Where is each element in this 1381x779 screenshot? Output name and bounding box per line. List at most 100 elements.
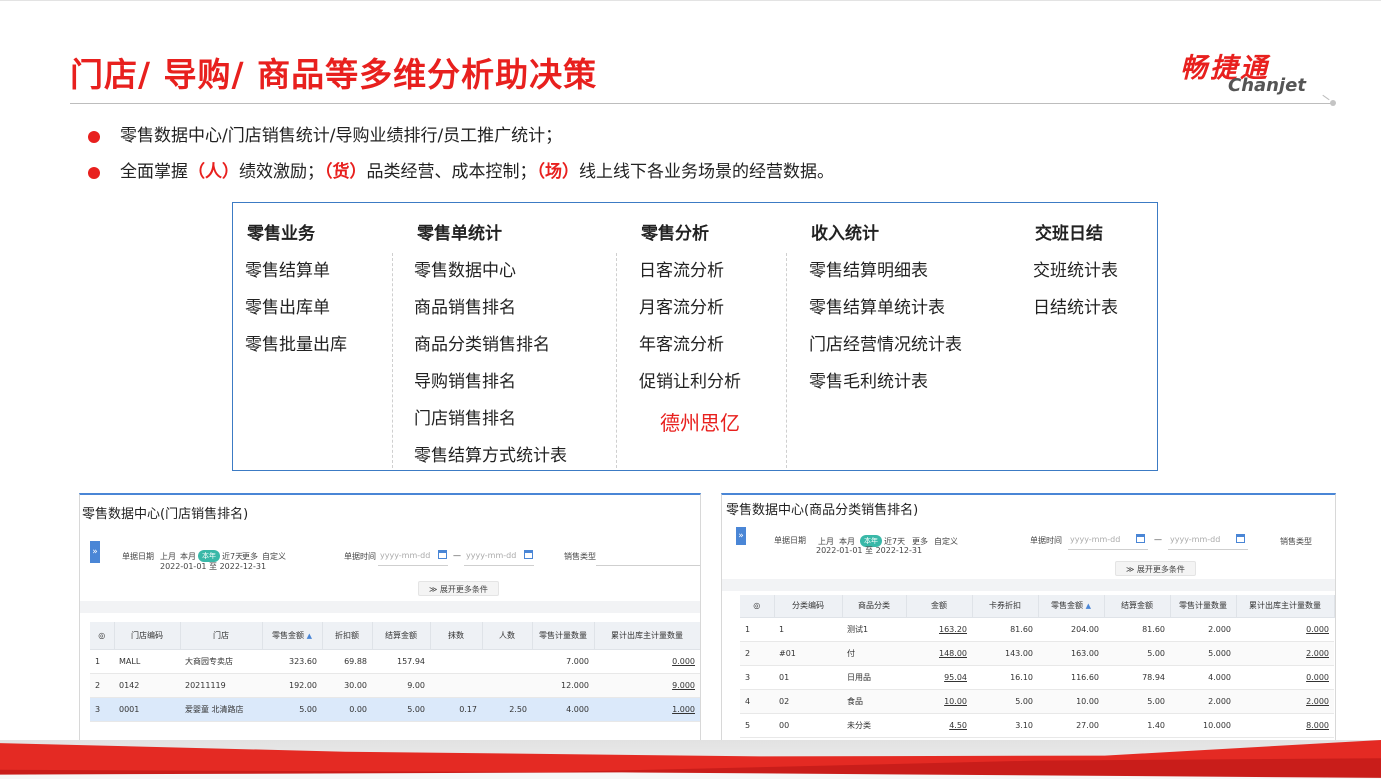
end-date-input[interactable]: yyyy-mm-dd: [1170, 535, 1220, 544]
menu-item-shift-stats[interactable]: 交班统计表: [1033, 256, 1118, 281]
cell-link[interactable]: 10.00: [906, 689, 972, 714]
menu-item-promotion-analysis[interactable]: 促销让利分析: [639, 367, 741, 392]
menu-item-gross-profit-stats[interactable]: 零售毛利统计表: [809, 367, 928, 392]
cell: 0.17: [430, 697, 482, 722]
cell: 69.88: [322, 649, 372, 674]
cell: 1.40: [1104, 713, 1170, 738]
menu-item-settlement-detail[interactable]: 零售结算明细表: [809, 256, 928, 281]
bullet-text-part: 线上线下各业务场景的经营数据。: [579, 162, 834, 182]
watermark-text: 德州思亿: [660, 411, 740, 435]
cell-link[interactable]: 95.04: [906, 665, 972, 690]
col-header[interactable]: 零售计量数量: [532, 622, 595, 650]
menu-item-product-sales-rank[interactable]: 商品销售排名: [414, 293, 516, 318]
table-row[interactable]: 2 0142 20211119 192.00 30.00 9.00 12.000…: [90, 673, 700, 698]
cell: 01: [774, 665, 842, 690]
table-row[interactable]: 2 #01 付 148.00 143.00 163.00 5.00 5.000 …: [740, 641, 1334, 666]
calendar-icon[interactable]: [524, 550, 533, 559]
cell-link[interactable]: 0.000: [594, 649, 700, 674]
cell-link[interactable]: 9.000: [594, 673, 700, 698]
menu-item-monthly-traffic[interactable]: 月客流分析: [639, 293, 724, 318]
col-header-sortable[interactable]: 零售金额 ▲: [262, 622, 323, 650]
menu-item-store-operation-stats[interactable]: 门店经营情况统计表: [809, 330, 962, 355]
table-row[interactable]: 3 01 日用品 95.04 16.10 116.60 78.94 4.000 …: [740, 665, 1334, 690]
start-date-input[interactable]: yyyy-mm-dd: [380, 551, 430, 560]
col-header-sortable[interactable]: 零售金额 ▲: [1038, 595, 1105, 618]
cell-link[interactable]: 8.000: [1236, 713, 1334, 738]
col-header[interactable]: 金额: [906, 595, 973, 618]
settings-icon[interactable]: ◎: [740, 595, 775, 618]
cell: 10.000: [1170, 713, 1236, 738]
menu-item-retail-outbound[interactable]: 零售出库单: [245, 293, 330, 318]
col-header[interactable]: 折扣额: [322, 622, 373, 650]
cell: 0142: [114, 673, 180, 698]
menu-item-daily-traffic[interactable]: 日客流分析: [639, 256, 724, 281]
highlight-goods: （货）: [324, 162, 367, 182]
menu-item-retail-batch-outbound[interactable]: 零售批量出库: [245, 330, 347, 355]
col-header[interactable]: 零售计量数量: [1170, 595, 1237, 618]
menu-item-yearly-traffic[interactable]: 年客流分析: [639, 330, 724, 355]
expand-more-conditions-button[interactable]: ≫ 展开更多条件: [418, 581, 499, 596]
cell: 5.00: [972, 689, 1038, 714]
date-range-dash: —: [453, 551, 461, 560]
calendar-icon[interactable]: [1236, 534, 1245, 543]
cell: 27.00: [1038, 713, 1104, 738]
table-row[interactable]: 1 MALL 大商园专卖店 323.60 69.88 157.94 7.000 …: [90, 649, 700, 674]
cell: 192.00: [262, 673, 322, 698]
col-header[interactable]: 抹数: [430, 622, 483, 650]
cell-link[interactable]: 163.20: [906, 617, 972, 642]
end-date-input[interactable]: yyyy-mm-dd: [466, 551, 516, 560]
menu-item-guide-sales-rank[interactable]: 导购销售排名: [414, 367, 516, 392]
cell: 116.60: [1038, 665, 1104, 690]
col-header[interactable]: 商品分类: [842, 595, 907, 618]
cell: 9.00: [372, 673, 430, 698]
cell-link[interactable]: 1.000: [594, 697, 700, 722]
cell: [430, 649, 482, 674]
col-header[interactable]: 人数: [482, 622, 533, 650]
row-index: 2: [740, 641, 774, 666]
col-header[interactable]: 结算金额: [1104, 595, 1171, 618]
cell: 付: [842, 641, 906, 666]
settings-icon[interactable]: ◎: [90, 622, 115, 650]
cell-link[interactable]: 0.000: [1236, 617, 1334, 642]
row-index: 2: [90, 673, 114, 698]
menu-item-retail-settlement[interactable]: 零售结算单: [245, 256, 330, 281]
cell-link[interactable]: 2.000: [1236, 641, 1334, 666]
col-header[interactable]: 分类编码: [774, 595, 843, 618]
menu-head-retail-stats: 零售单统计: [417, 224, 502, 244]
table-row-selected[interactable]: 3 0001 爱婴童 北清路店 5.00 0.00 5.00 0.17 2.50…: [90, 697, 700, 722]
calendar-icon[interactable]: [438, 550, 447, 559]
table-header-row: ◎ 门店编码 门店 零售金额 ▲ 折扣额 结算金额 抹数 人数 零售计量数量 累…: [90, 622, 700, 650]
cell-link[interactable]: 0.000: [1236, 665, 1334, 690]
col-header[interactable]: 门店编码: [114, 622, 181, 650]
end-date-underline: [1168, 549, 1248, 550]
cell: 20211119: [180, 673, 262, 698]
expand-sidebar-icon[interactable]: »: [90, 541, 100, 563]
cell: [482, 649, 532, 674]
table-row[interactable]: 5 00 未分类 4.50 3.10 27.00 1.40 10.000 8.0…: [740, 713, 1334, 738]
start-date-input[interactable]: yyyy-mm-dd: [1070, 535, 1120, 544]
menu-item-settlement-method-stats[interactable]: 零售结算方式统计表: [414, 441, 567, 466]
col-header[interactable]: 累计出库主计量数量: [1236, 595, 1335, 618]
menu-item-settlement-stats[interactable]: 零售结算单统计表: [809, 293, 945, 318]
col-header[interactable]: 门店: [180, 622, 263, 650]
cell-link[interactable]: 2.000: [1236, 689, 1334, 714]
filter-custom[interactable]: 自定义: [934, 536, 958, 547]
col-header[interactable]: 累计出库主计量数量: [594, 622, 700, 650]
cell-link[interactable]: 4.50: [906, 713, 972, 738]
menu-item-daily-close-stats[interactable]: 日结统计表: [1033, 293, 1118, 318]
table-row[interactable]: 1 1 测试1 163.20 81.60 204.00 81.60 2.000 …: [740, 617, 1334, 642]
row-index: 1: [90, 649, 114, 674]
expand-more-conditions-button[interactable]: ≫ 展开更多条件: [1115, 561, 1196, 576]
menu-item-retail-data-center[interactable]: 零售数据中心: [414, 256, 516, 281]
sort-icon[interactable]: ▲: [307, 632, 312, 640]
cell: 16.10: [972, 665, 1038, 690]
menu-item-store-sales-rank[interactable]: 门店销售排名: [414, 404, 516, 429]
col-header[interactable]: 结算金额: [372, 622, 431, 650]
expand-sidebar-icon[interactable]: »: [736, 527, 746, 545]
sort-icon[interactable]: ▲: [1086, 602, 1091, 610]
cell-link[interactable]: 148.00: [906, 641, 972, 666]
calendar-icon[interactable]: [1136, 534, 1145, 543]
menu-item-category-sales-rank[interactable]: 商品分类销售排名: [414, 330, 550, 355]
table-row[interactable]: 4 02 食品 10.00 5.00 10.00 5.00 2.000 2.00…: [740, 689, 1334, 714]
col-header[interactable]: 卡券折扣: [972, 595, 1039, 618]
